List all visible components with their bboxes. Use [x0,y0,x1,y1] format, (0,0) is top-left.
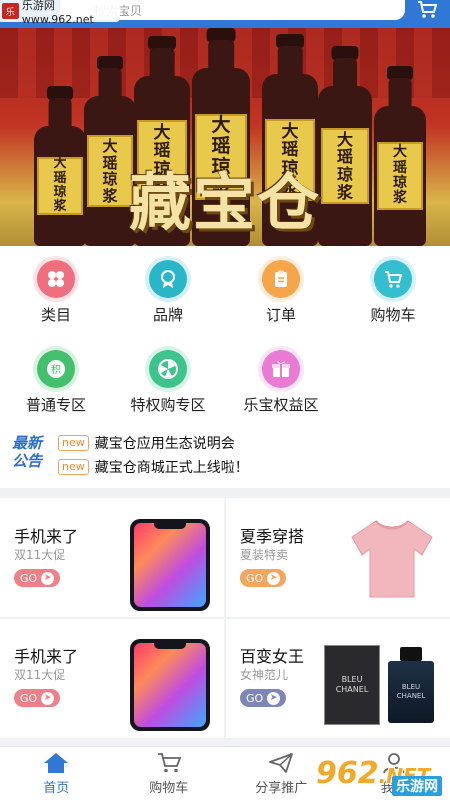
category-label: 特权购专区 [130,396,206,414]
category-类目[interactable]: 类目 [0,260,112,325]
product-title: 百变女王 [240,647,305,666]
product-title: 手机来了 [14,527,79,546]
product-subtitle: 双11大促 [14,668,66,682]
new-badge: new [58,459,89,475]
tab-label: 分享推广 [255,781,308,796]
fan-icon [149,350,187,388]
section-divider [0,488,450,498]
announcement-brand-line1: 最新 [12,434,43,452]
perfume-bottle-brand: BLEU [401,682,421,691]
section-divider [0,738,450,746]
gift-icon [262,350,300,388]
new-badge: new [58,435,89,451]
tab-label: 购物车 [149,781,189,796]
arrow-right-icon: ➤ [41,571,55,585]
category-普通专区[interactable]: 积普通专区 [0,350,112,415]
tab-label: 首页 [43,781,70,796]
grid-divider-horizontal [0,617,450,619]
announcement-brand-line2: 公告 [12,452,43,470]
watermark-site-name: 乐游网 [392,776,442,796]
arrow-right-icon: ➤ [267,571,281,585]
watermark-logo: 乐 [2,3,19,19]
tab-home[interactable]: 首页 [0,747,113,800]
share-plane-icon [268,751,294,775]
category-订单[interactable]: 订单 [225,260,337,325]
home-icon [43,751,69,775]
category-label: 订单 [265,306,296,324]
product-subtitle: 夏装特卖 [240,548,289,562]
category-特权购专区[interactable]: 特权购专区 [112,350,224,415]
clover-icon [37,260,75,298]
category-label: 普通专区 [25,396,86,414]
watermark-bottom: 962.NET 乐游网 [316,748,448,798]
announcement-brand: 最新 公告 [12,434,50,470]
product-card[interactable]: 手机来了双11大促 GO ➤ [0,619,224,737]
product-subtitle: 双11大促 [14,548,66,562]
perfume-box-brand: BLEU [341,674,363,684]
watermark-text: 乐游网www.962.net [21,0,94,26]
category-label: 乐宝权益区 [243,396,319,414]
announcement-item[interactable]: new 藏宝仓商城正式上线啦！ [58,456,249,478]
banner-title: 藏宝仓 [128,166,321,239]
perfume-bottle-maker: CHANEL [396,692,426,700]
announcement-item[interactable]: new 藏宝仓应用生态说明会 [58,432,235,454]
product-card[interactable]: 百变女王 女神范儿 GO ➤ BLEU CHANEL BLEU CHANEL [226,619,450,737]
product-subtitle: 女神范儿 [240,668,289,682]
tab-cart[interactable]: 购物车 [113,747,226,800]
go-button[interactable]: GO ➤ [240,569,286,587]
announcement-text: 藏宝仓应用生态说明会 [94,436,235,452]
product-title: 手机来了 [14,647,79,666]
perfume-image: BLEU CHANEL BLEU CHANEL [324,639,442,731]
perfume-box-maker: CHANEL [335,685,369,694]
arrow-right-icon: ➤ [41,691,55,705]
category-label: 类目 [40,306,71,324]
product-card[interactable]: 手机来了双11大促 GO ➤ [0,499,224,617]
ribbon-badge-icon [149,260,187,298]
phone-image [130,639,210,731]
svg-text:积: 积 [51,364,61,376]
category-品牌[interactable]: 品牌 [112,260,224,325]
go-button[interactable]: GO ➤ [14,689,60,707]
product-card[interactable]: 夏季穿搭夏装特卖 GO ➤ [226,499,450,617]
category-购物车[interactable]: 购物车 [337,260,449,325]
announcement-text: 藏宝仓商城正式上线啦！ [94,460,249,476]
cart-icon [156,751,182,775]
go-button[interactable]: GO ➤ [14,569,60,587]
phone-image [130,519,210,611]
shirt-image [351,520,433,598]
coin-icon: 积 [37,350,75,388]
category-乐宝权益区[interactable]: 乐宝权益区 [225,350,337,415]
arrow-right-icon: ➤ [267,691,281,705]
promo-banner[interactable]: 大瑶琼浆大瑶琼浆大瑶琼浆大瑶琼浆大瑶琼浆大瑶琼浆大瑶琼浆 藏宝仓 [0,28,450,246]
cart-icon[interactable] [416,0,438,20]
watermark-top: 乐 乐游网www.962.net [0,0,120,26]
category-label: 购物车 [370,306,416,324]
announcement-bar[interactable]: 最新 公告 new 藏宝仓应用生态说明会 new 藏宝仓商城正式上线啦！ [0,428,450,484]
cart-icon [374,260,412,298]
category-label: 品牌 [152,306,183,324]
grid-divider-vertical [224,498,226,740]
product-title: 夏季穿搭 [240,527,305,546]
clipboard-icon [262,260,300,298]
go-button[interactable]: GO ➤ [240,689,286,707]
